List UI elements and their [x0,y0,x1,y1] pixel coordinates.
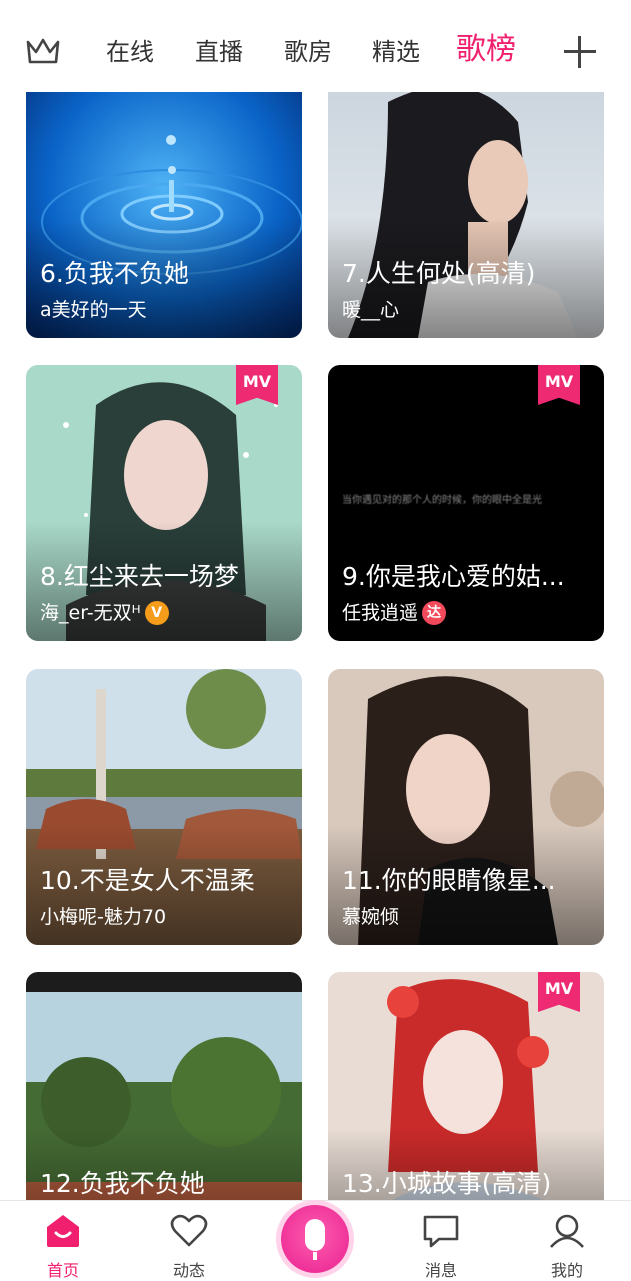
song-title: 6.负我不负她 [40,259,189,288]
singer-name: 暖__心 [342,299,400,321]
sing-button[interactable] [281,1205,349,1273]
profile-icon [550,1214,584,1248]
tab-song-chart[interactable]: 歌榜 [456,30,516,70]
nav-messages[interactable]: 消息 [401,1213,481,1281]
home-icon [47,1215,79,1247]
mv-badge: MV [538,365,580,405]
song-title: 7.人生何处(高清) [342,259,536,288]
plus-icon[interactable] [562,34,598,70]
singer-name: 慕婉倾 [342,906,400,928]
song-card[interactable]: 7.人生何处(高清) 暖__心 [328,62,604,338]
nav-mine[interactable]: 我的 [527,1213,607,1281]
song-title: 8.红尘来去一场梦 [40,562,239,591]
microphone-icon [305,1219,325,1251]
message-icon [423,1215,459,1248]
nav-messages-label: 消息 [424,1261,457,1280]
tab-song-room[interactable]: 歌房 [284,32,332,72]
song-card[interactable]: 10.不是女人不温柔 小梅呢-魅力70 [26,669,302,945]
singer-name-row: 任我逍遥达 [342,598,586,625]
nav-home[interactable]: 首页 [23,1213,103,1281]
singer-name: 海_er-无双ᴴ [40,601,141,624]
singer-name: a美好的一天 [40,299,147,321]
singer-name: 任我逍遥 [342,601,419,624]
verified-badge-icon: V [144,601,169,625]
heart-icon [170,1214,208,1247]
tab-live[interactable]: 直播 [195,32,243,72]
song-card[interactable]: 11.你的眼睛像星... 慕婉倾 [328,669,604,945]
top-tab-bar: 在线 直播 歌房 精选 歌榜 [0,0,631,92]
song-card[interactable]: MV 8.红尘来去一场梦 海_er-无双ᴴ V [26,365,302,641]
singer-name: 小梅呢-魅力70 [40,906,167,928]
song-card[interactable]: 6.负我不负她 a美好的一天 [26,62,302,338]
nav-feed-label: 动态 [172,1261,205,1280]
singer-name-row: 海_er-无双ᴴ V [40,598,284,625]
song-title: 11.你的眼睛像星... [342,866,556,895]
video-caption: 当你遇见对的那个人的时候，你的眼中全是光 [342,495,542,506]
song-card[interactable]: 当你遇见对的那个人的时候，你的眼中全是光 MV 9.你是我心爱的姑... 任我逍… [328,365,604,641]
nav-mine-label: 我的 [550,1261,583,1280]
nav-feed[interactable]: 动态 [149,1213,229,1281]
song-title: 13.小城故事(高清) [342,1169,552,1198]
nav-home-label: 首页 [46,1261,79,1280]
tab-online[interactable]: 在线 [106,32,154,72]
song-grid: 6.负我不负她 a美好的一天 7.人生何处(高清) 暖__心 MV 8.红尘来去… [0,0,631,1248]
talent-badge-icon: 达 [422,601,447,625]
crown-icon[interactable] [24,34,62,68]
song-title: 12.负我不负她 [40,1169,205,1198]
song-title: 10.不是女人不温柔 [40,866,255,895]
tab-featured[interactable]: 精选 [372,32,420,72]
song-title: 9.你是我心爱的姑... [342,562,565,591]
